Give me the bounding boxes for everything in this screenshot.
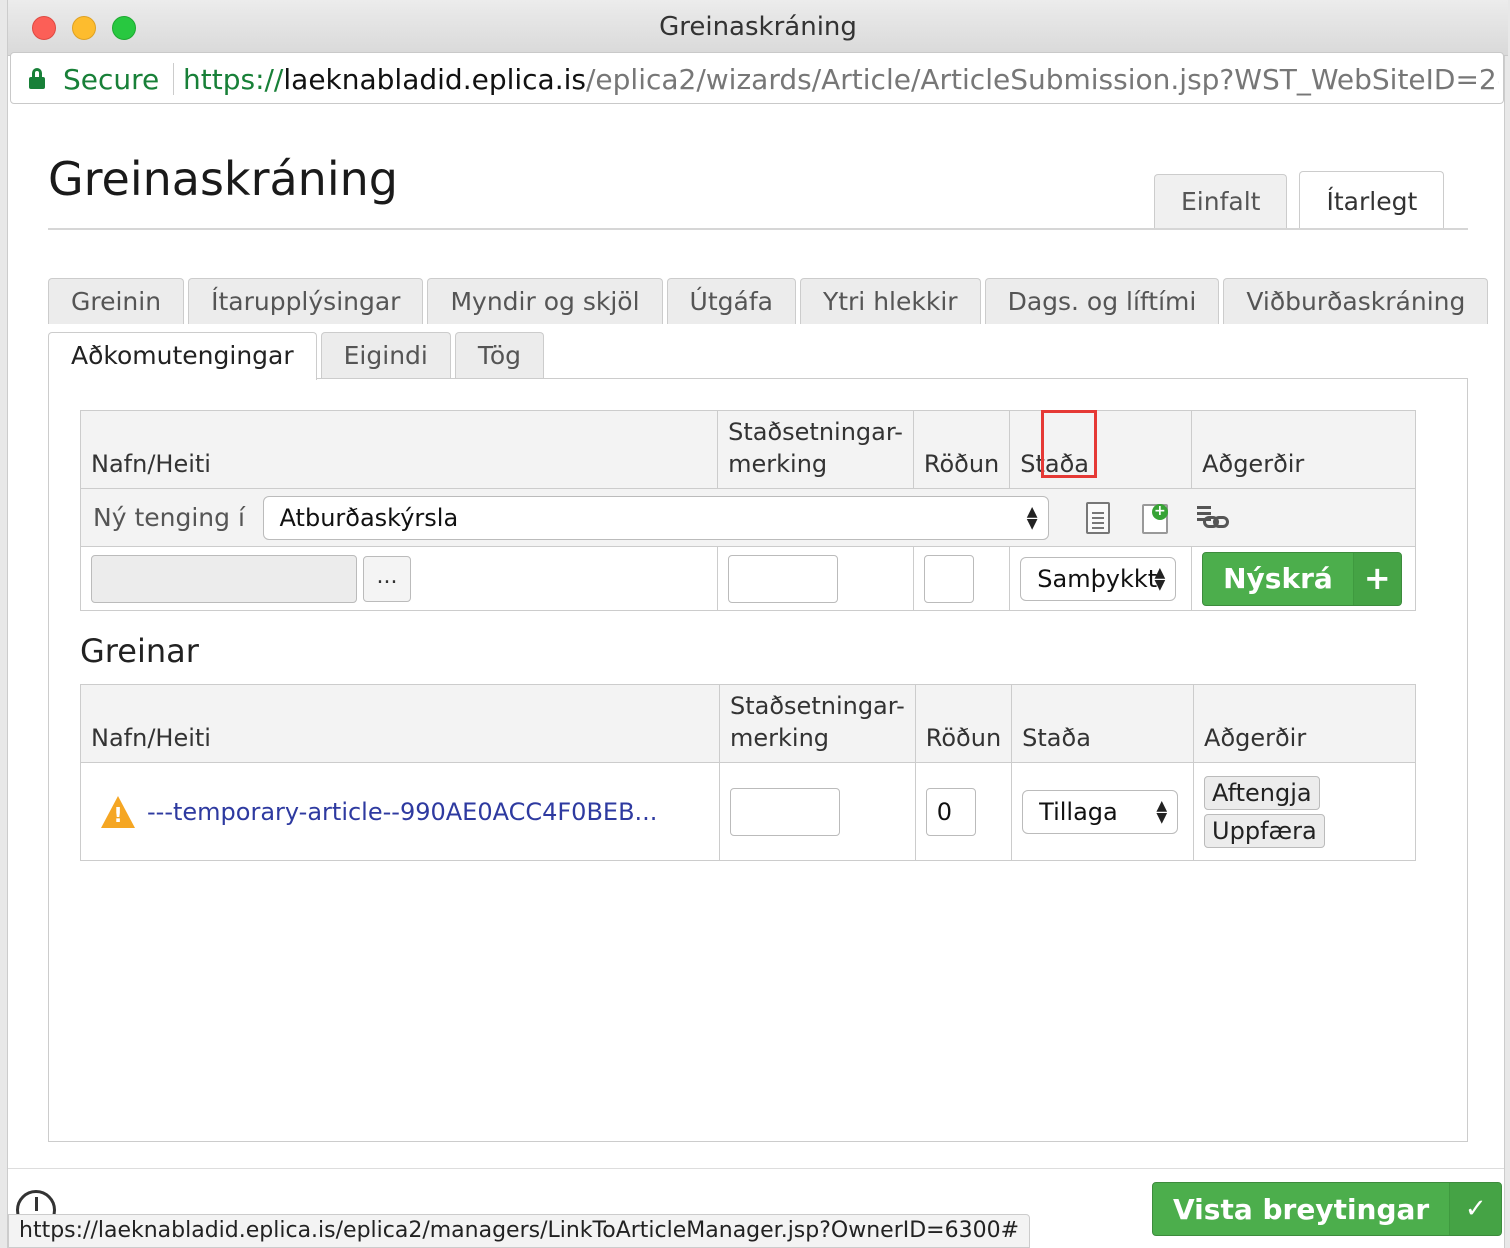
create-button-label: Nýskrá xyxy=(1223,562,1333,595)
save-changes-button[interactable]: Vista breytingar ✓ xyxy=(1152,1182,1503,1236)
tab-dags-og-liftimi[interactable]: Dags. og líftími xyxy=(984,278,1220,324)
status-select[interactable]: Samþykkt ▲ ▼ xyxy=(1020,556,1177,601)
lock-icon xyxy=(29,68,45,90)
update-button[interactable]: Uppfæra xyxy=(1204,813,1325,848)
footer-divider xyxy=(8,1168,1504,1169)
tabs-row-2: Aðkomutengingar Eigindi Tög xyxy=(48,332,545,380)
column-header-location: Staðsetningar-merking xyxy=(719,684,916,763)
articles-section-title: Greinar xyxy=(80,632,199,670)
column-header-actions: Aðgerðir xyxy=(1191,410,1416,489)
status-select-value: Tillaga xyxy=(1039,797,1118,826)
mode-tabs: Einfalt Ítarlegt xyxy=(1154,171,1445,228)
browse-button[interactable]: ... xyxy=(363,555,411,602)
select-arrows-icon: ▲ ▼ xyxy=(1156,797,1168,826)
new-link-input-row: ... Samþykkt ▲ ▼ Nýskrá + xyxy=(79,546,1416,611)
divider xyxy=(48,228,1468,230)
new-link-label: Ný tenging í xyxy=(93,503,245,532)
column-header-name: Nafn/Heiti xyxy=(79,410,719,489)
create-button[interactable]: Nýskrá + xyxy=(1202,551,1402,606)
link-icon[interactable] xyxy=(1195,500,1231,536)
document-icon[interactable] xyxy=(1080,500,1116,536)
secure-label: Secure xyxy=(63,63,160,96)
column-header-order: Röðun xyxy=(914,684,1013,763)
save-button-label: Vista breytingar xyxy=(1173,1192,1430,1226)
tab-itarupplysingar[interactable]: Ítarupplýsingar xyxy=(188,278,424,324)
article-name-field[interactable] xyxy=(91,554,357,603)
tab-tog[interactable]: Tög xyxy=(454,332,545,378)
url-host: laeknabladid.eplica.is xyxy=(283,63,586,96)
status-select[interactable]: Tillaga ▲ ▼ xyxy=(1022,789,1179,834)
url-path: /eplica2/wizards/Article/ArticleSubmissi… xyxy=(585,63,1499,96)
unlink-button[interactable]: Aftengja xyxy=(1204,775,1320,810)
column-header-order: Röðun xyxy=(912,410,1011,489)
tab-greinin[interactable]: Greinin xyxy=(48,278,185,324)
order-field[interactable]: 0 xyxy=(925,787,976,836)
tab-ytri-hlekkir[interactable]: Ytri hlekkir xyxy=(799,278,981,324)
url-text[interactable]: https://laeknabladid.eplica.is/eplica2/w… xyxy=(183,63,1499,96)
column-header-name: Nafn/Heiti xyxy=(79,684,721,763)
column-header-status: Staða xyxy=(1009,410,1193,489)
new-link-toolbar-row: Ný tenging í Atburðaskýrsla ▲ ▼ + xyxy=(80,488,1416,547)
new-document-icon[interactable]: + xyxy=(1138,500,1174,536)
highlight-box xyxy=(1041,410,1097,478)
select-arrows-icon: ▲ ▼ xyxy=(1154,564,1166,593)
order-field[interactable] xyxy=(923,554,974,603)
tab-myndir-og-skjol[interactable]: Myndir og skjöl xyxy=(427,278,663,324)
tab-adkomutengingar[interactable]: Aðkomutengingar xyxy=(48,332,317,380)
address-bar[interactable]: Secure https://laeknabladid.eplica.is/ep… xyxy=(10,52,1504,104)
page-title: Greinaskráning xyxy=(48,152,398,206)
address-separator xyxy=(173,63,174,95)
warning-icon: ! xyxy=(101,795,135,828)
background-window-edge-right xyxy=(1504,0,1510,1248)
table-row: ! ---temporary-article--990AE0ACC4F0BEB..… xyxy=(79,762,1416,861)
location-field[interactable] xyxy=(730,787,841,836)
tab-vidburdaskraning[interactable]: Viðburðaskráning xyxy=(1223,278,1489,324)
tab-itarlegt[interactable]: Ítarlegt xyxy=(1299,171,1445,228)
checkmark-icon: ✓ xyxy=(1449,1183,1502,1235)
tabs-row-1: Greinin Ítarupplýsingar Myndir og skjöl … xyxy=(48,278,1489,324)
select-arrows-icon: ▲ ▼ xyxy=(1026,503,1038,532)
tab-utgafa[interactable]: Útgáfa xyxy=(666,278,796,324)
window-title: Greinaskráning xyxy=(659,12,857,42)
background-window-edge xyxy=(0,0,8,1248)
status-select-value: Samþykkt xyxy=(1037,564,1158,593)
articles-table: Nafn/Heiti Staðsetningar-merking Röðun S… xyxy=(79,684,1416,861)
tab-einfalt[interactable]: Einfalt xyxy=(1154,174,1288,228)
column-header-location: Staðsetningar-merking xyxy=(717,410,914,489)
column-header-status: Staða xyxy=(1011,684,1195,763)
new-link-table: Ný tenging í Atburðaskýrsla ▲ ▼ + Nafn/He… xyxy=(79,410,1416,611)
article-link[interactable]: ---temporary-article--990AE0ACC4F0BEB... xyxy=(147,798,657,826)
location-field[interactable] xyxy=(728,554,839,603)
window-titlebar: Greinaskráning xyxy=(8,0,1508,56)
tab-eigindi[interactable]: Eigindi xyxy=(320,332,451,378)
plus-icon: + xyxy=(1352,552,1401,605)
status-bar-url: https://laeknabladid.eplica.is/eplica2/m… xyxy=(8,1214,1031,1248)
column-header-actions: Aðgerðir xyxy=(1193,684,1416,763)
url-scheme: https:// xyxy=(183,63,284,96)
new-link-target-select[interactable]: Atburðaskýrsla ▲ ▼ xyxy=(262,495,1049,540)
new-link-target-value: Atburðaskýrsla xyxy=(279,503,459,532)
